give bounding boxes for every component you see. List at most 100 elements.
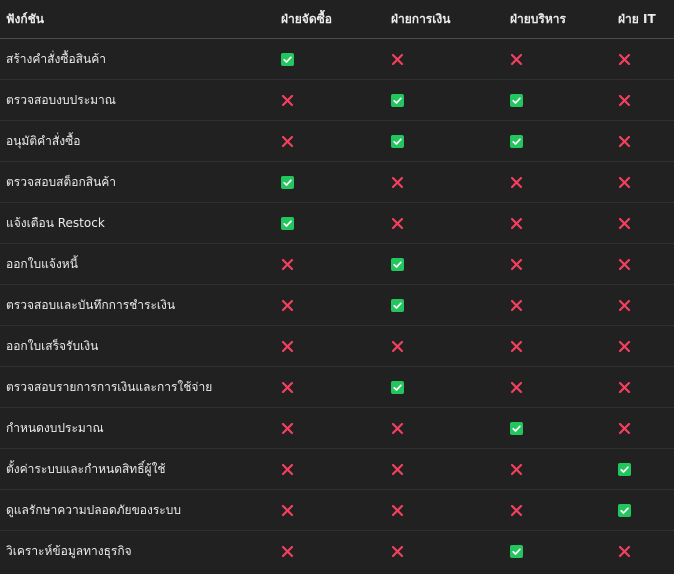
cell-purchasing: [281, 407, 391, 449]
cell-management: [510, 448, 618, 490]
check-mark-icon: [618, 463, 631, 476]
cell-it: [618, 284, 674, 326]
cross-mark-icon: [281, 545, 294, 558]
cell-management: [510, 243, 618, 285]
cross-mark-icon: [618, 340, 631, 353]
header-function: ฟังก์ชัน: [0, 0, 281, 39]
function-label: กำหนดงบประมาณ: [0, 407, 281, 449]
cell-purchasing: [281, 120, 391, 162]
cell-it: [618, 243, 674, 285]
function-label: ตั้งค่าระบบและกำหนดสิทธิ์ผู้ใช้: [0, 448, 281, 490]
cell-it: [618, 325, 674, 367]
permissions-table: ฟังก์ชัน ฝ่ายจัดซื้อ ฝ่ายการเงิน ฝ่ายบริ…: [0, 0, 674, 571]
cell-purchasing: [281, 202, 391, 244]
cross-mark-icon: [281, 135, 294, 148]
cell-management: [510, 38, 618, 80]
cross-mark-icon: [510, 381, 523, 394]
cross-mark-icon: [618, 135, 631, 148]
cell-finance: [391, 489, 510, 531]
cross-mark-icon: [618, 422, 631, 435]
check-mark-icon: [510, 135, 523, 148]
table-row: สร้างคำสั่งซื้อสินค้า: [0, 38, 674, 80]
table-row: ออกใบเสร็จรับเงิน: [0, 325, 674, 367]
cell-finance: [391, 531, 510, 572]
cell-finance: [391, 120, 510, 162]
function-label: ออกใบเสร็จรับเงิน: [0, 325, 281, 367]
table-row: ตรวจสอบสต็อกสินค้า: [0, 161, 674, 203]
check-mark-icon: [391, 258, 404, 271]
check-mark-icon: [618, 504, 631, 517]
function-label: อนุมัติคำสั่งซื้อ: [0, 120, 281, 162]
cell-it: [618, 448, 674, 490]
cell-purchasing: [281, 531, 391, 572]
check-mark-icon: [391, 381, 404, 394]
cell-finance: [391, 243, 510, 285]
cross-mark-icon: [391, 504, 404, 517]
cross-mark-icon: [510, 504, 523, 517]
cell-management: [510, 284, 618, 326]
cross-mark-icon: [510, 299, 523, 312]
cell-purchasing: [281, 489, 391, 531]
cross-mark-icon: [281, 381, 294, 394]
cell-purchasing: [281, 38, 391, 80]
header-row: ฟังก์ชัน ฝ่ายจัดซื้อ ฝ่ายการเงิน ฝ่ายบริ…: [0, 0, 674, 39]
function-label: ออกใบแจ้งหนี้: [0, 243, 281, 285]
cell-finance: [391, 284, 510, 326]
cross-mark-icon: [618, 94, 631, 107]
cell-it: [618, 120, 674, 162]
cross-mark-icon: [618, 258, 631, 271]
table-row: ตรวจสอบและบันทึกการชำระเงิน: [0, 284, 674, 326]
table-row: กำหนดงบประมาณ: [0, 407, 674, 449]
cell-purchasing: [281, 79, 391, 121]
cross-mark-icon: [510, 53, 523, 66]
table-row: ตรวจสอบรายการการเงินและการใช้จ่าย: [0, 366, 674, 408]
header-it: ฝ่าย IT: [618, 0, 674, 39]
header-purchasing: ฝ่ายจัดซื้อ: [281, 0, 391, 39]
table-row: ตั้งค่าระบบและกำหนดสิทธิ์ผู้ใช้: [0, 448, 674, 490]
cell-purchasing: [281, 366, 391, 408]
table-row: ดูแลรักษาความปลอดภัยของระบบ: [0, 489, 674, 531]
cell-it: [618, 79, 674, 121]
cross-mark-icon: [281, 299, 294, 312]
cross-mark-icon: [510, 463, 523, 476]
function-label: ตรวจสอบและบันทึกการชำระเงิน: [0, 284, 281, 326]
table-row: แจ้งเตือน Restock: [0, 202, 674, 244]
function-label: ดูแลรักษาความปลอดภัยของระบบ: [0, 489, 281, 531]
function-label: ตรวจสอบรายการการเงินและการใช้จ่าย: [0, 366, 281, 408]
cell-management: [510, 79, 618, 121]
cell-purchasing: [281, 243, 391, 285]
cell-finance: [391, 38, 510, 80]
cell-it: [618, 407, 674, 449]
check-mark-icon: [510, 94, 523, 107]
cross-mark-icon: [391, 340, 404, 353]
permissions-table-container: ฟังก์ชัน ฝ่ายจัดซื้อ ฝ่ายการเงิน ฝ่ายบริ…: [0, 0, 674, 574]
check-mark-icon: [391, 299, 404, 312]
check-mark-icon: [281, 176, 294, 189]
cross-mark-icon: [391, 422, 404, 435]
cell-it: [618, 366, 674, 408]
cell-finance: [391, 407, 510, 449]
table-body: สร้างคำสั่งซื้อสินค้า ตรวจสอบงบประมาณ อนุม…: [0, 38, 674, 572]
cross-mark-icon: [391, 53, 404, 66]
cross-mark-icon: [391, 217, 404, 230]
cell-management: [510, 489, 618, 531]
cell-purchasing: [281, 161, 391, 203]
table-row: อนุมัติคำสั่งซื้อ: [0, 120, 674, 162]
cell-finance: [391, 448, 510, 490]
cell-purchasing: [281, 448, 391, 490]
cell-management: [510, 366, 618, 408]
cell-finance: [391, 325, 510, 367]
cross-mark-icon: [281, 463, 294, 476]
cell-management: [510, 325, 618, 367]
cell-finance: [391, 202, 510, 244]
check-mark-icon: [281, 53, 294, 66]
cross-mark-icon: [281, 258, 294, 271]
cross-mark-icon: [391, 545, 404, 558]
cross-mark-icon: [391, 176, 404, 189]
cell-management: [510, 161, 618, 203]
check-mark-icon: [510, 545, 523, 558]
function-label: วิเคราะห์ข้อมูลทางธุรกิจ: [6, 543, 132, 558]
function-label: แจ้งเตือน Restock: [0, 202, 281, 244]
cross-mark-icon: [281, 504, 294, 517]
cell-purchasing: [281, 284, 391, 326]
